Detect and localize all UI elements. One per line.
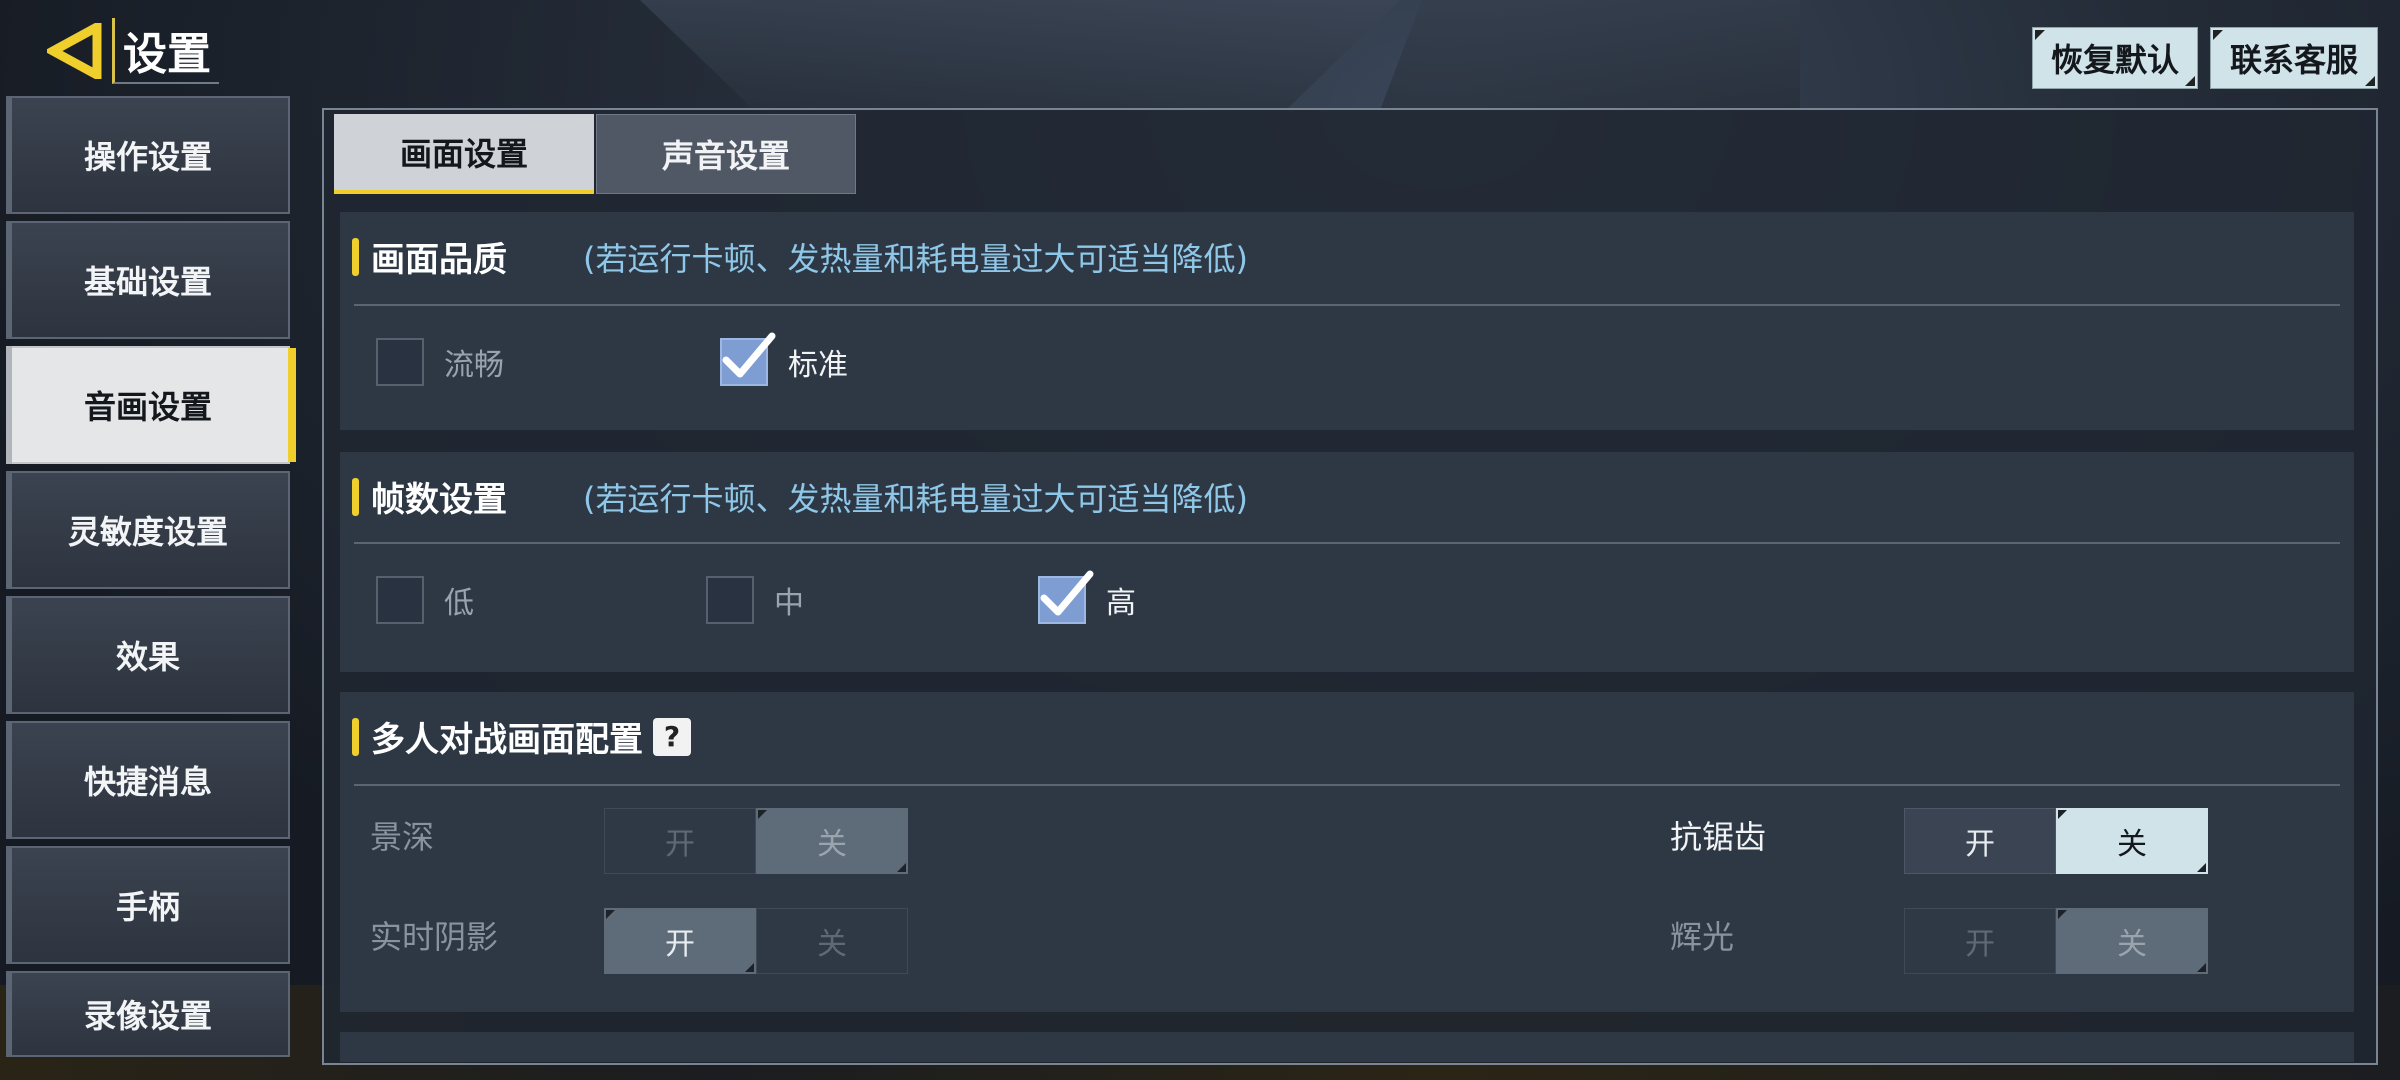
tab-bar: 画面设置 声音设置 xyxy=(334,114,858,194)
tab-sound-settings[interactable]: 声音设置 xyxy=(596,114,856,194)
realtime-shadow-label: 实时阴影 xyxy=(370,918,499,956)
option-label: 低 xyxy=(444,586,474,621)
toggle-on-option[interactable]: 开 xyxy=(1904,808,2056,874)
sidebar-item-label: 手柄 xyxy=(115,888,180,926)
background-shape xyxy=(1380,0,1800,110)
divider xyxy=(354,542,2340,544)
sidebar-item-label: 音画设置 xyxy=(83,388,212,426)
framerate-option-high[interactable]: 高 xyxy=(1038,570,1136,624)
help-icon[interactable]: ? xyxy=(653,717,691,756)
sidebar-item-label: 快捷消息 xyxy=(83,763,212,801)
framerate-option-medium[interactable]: 中 xyxy=(706,576,804,624)
settings-panel: 画面设置 声音设置 画面品质 (若运行卡顿、发热量和耗电量过大可适当降低) 流畅… xyxy=(322,108,2378,1065)
sidebar-item-quick-messages[interactable]: 快捷消息 xyxy=(6,721,290,839)
section-accent-bar xyxy=(352,717,359,756)
page-title: 设置 xyxy=(112,18,219,84)
anti-aliasing-toggle[interactable]: 开 关 xyxy=(1904,808,2208,874)
sidebar-item-recording[interactable]: 录像设置 xyxy=(6,971,290,1057)
sidebar-item-controller[interactable]: 手柄 xyxy=(6,846,290,964)
quality-section: 画面品质 (若运行卡顿、发热量和耗电量过大可适当降低) 流畅 标准 xyxy=(340,212,2354,430)
toggle-on-option[interactable]: 开 xyxy=(604,808,756,874)
option-label: 标准 xyxy=(788,348,848,383)
toggle-off-option[interactable]: 关 xyxy=(2056,808,2208,874)
checkbox[interactable] xyxy=(720,332,776,386)
divider xyxy=(354,784,2340,786)
option-label: 流畅 xyxy=(444,348,504,383)
section-title: 多人对战画面配置 xyxy=(371,720,643,760)
checkmark-icon xyxy=(1040,570,1094,616)
sidebar-item-sensitivity[interactable]: 灵敏度设置 xyxy=(6,471,290,589)
checkmark-icon xyxy=(722,332,776,378)
section-accent-bar xyxy=(352,237,359,276)
checkbox[interactable] xyxy=(706,576,754,624)
toggle-off-option[interactable]: 关 xyxy=(2056,908,2208,974)
back-button[interactable]: 设置 xyxy=(44,18,219,84)
checkbox[interactable] xyxy=(376,338,424,386)
toggle-off-option[interactable]: 关 xyxy=(756,808,908,874)
sidebar-item-label: 灵敏度设置 xyxy=(67,513,228,551)
section-hint: (若运行卡顿、发热量和耗电量过大可适当降低) xyxy=(583,479,1248,518)
checkbox[interactable] xyxy=(376,576,424,624)
toggle-on-option[interactable]: 开 xyxy=(604,908,756,974)
contact-support-button[interactable]: 联系客服 xyxy=(2210,27,2378,89)
option-label: 中 xyxy=(774,586,804,621)
sidebar-item-effects[interactable]: 效果 xyxy=(6,596,290,714)
section-title: 画面品质 xyxy=(371,240,507,280)
sidebar-item-label: 操作设置 xyxy=(83,138,212,176)
glow-toggle[interactable]: 开 关 xyxy=(1904,908,2208,974)
sidebar-item-label: 录像设置 xyxy=(83,997,212,1035)
realtime-shadow-toggle[interactable]: 开 关 xyxy=(604,908,908,974)
section-hint: (若运行卡顿、发热量和耗电量过大可适当降低) xyxy=(583,239,1248,278)
quality-option-standard[interactable]: 标准 xyxy=(720,332,848,386)
restore-default-button[interactable]: 恢复默认 xyxy=(2032,27,2198,89)
checkbox[interactable] xyxy=(1038,570,1094,624)
tab-display-settings[interactable]: 画面设置 xyxy=(334,114,594,194)
sidebar-item-operation[interactable]: 操作设置 xyxy=(6,96,290,214)
sidebar-item-label: 基础设置 xyxy=(83,263,212,301)
framerate-option-low[interactable]: 低 xyxy=(376,576,474,624)
next-section-peek xyxy=(340,1032,2354,1062)
section-title: 帧数设置 xyxy=(371,480,507,520)
glow-label: 辉光 xyxy=(1670,918,1735,956)
toggle-on-option[interactable]: 开 xyxy=(1904,908,2056,974)
anti-aliasing-label: 抗锯齿 xyxy=(1670,818,1767,856)
sidebar: 操作设置 基础设置 音画设置 灵敏度设置 效果 快捷消息 手柄 录像设置 xyxy=(6,96,296,1064)
section-accent-bar xyxy=(352,477,359,516)
sidebar-item-audio-visual[interactable]: 音画设置 xyxy=(6,346,296,464)
sidebar-item-label: 效果 xyxy=(115,638,180,676)
option-label: 高 xyxy=(1106,586,1136,621)
sidebar-item-basic[interactable]: 基础设置 xyxy=(6,221,290,339)
back-arrow-icon xyxy=(44,20,106,82)
depth-of-field-toggle[interactable]: 开 关 xyxy=(604,808,908,874)
background-shape xyxy=(640,0,1400,110)
toggle-off-option[interactable]: 关 xyxy=(756,908,908,974)
quality-option-smooth[interactable]: 流畅 xyxy=(376,338,504,386)
framerate-section: 帧数设置 (若运行卡顿、发热量和耗电量过大可适当降低) 低 中 高 xyxy=(340,452,2354,672)
multiplayer-section: 多人对战画面配置 ? 景深 开 关 抗锯齿 开 关 实时阴影 开 关 辉光 开 … xyxy=(340,692,2354,1012)
depth-of-field-label: 景深 xyxy=(370,818,435,856)
divider xyxy=(354,304,2340,306)
